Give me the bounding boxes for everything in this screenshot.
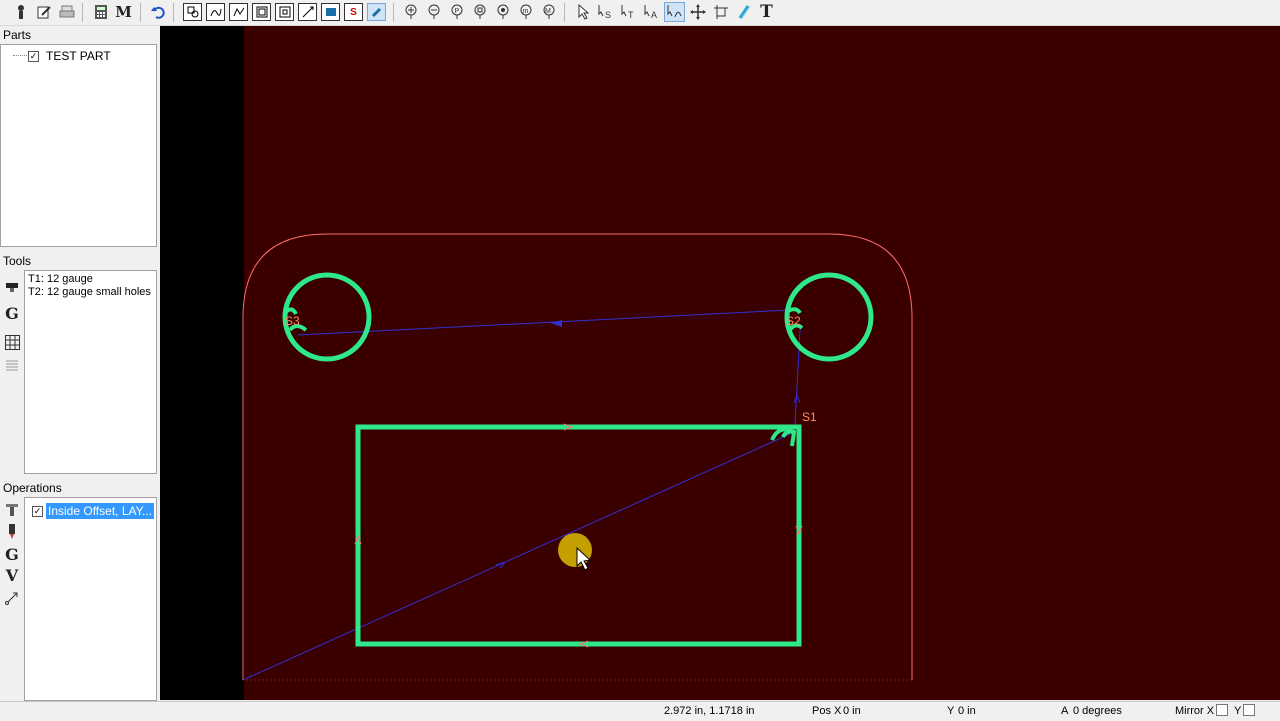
mirror-x-label: Mirror X bbox=[1175, 705, 1215, 717]
path-icon[interactable] bbox=[229, 3, 248, 21]
undo-icon[interactable] bbox=[147, 2, 168, 22]
operation-item-inside-offset[interactable]: ✓ Inside Offset, LAY... bbox=[32, 503, 155, 519]
select-t-icon[interactable]: T bbox=[618, 2, 639, 22]
select-icon[interactable] bbox=[572, 2, 593, 22]
edit-icon[interactable] bbox=[33, 2, 54, 22]
rotate-icon[interactable] bbox=[710, 2, 731, 22]
torch-icon[interactable] bbox=[3, 523, 21, 541]
select-curve-icon[interactable] bbox=[664, 2, 685, 22]
tree-connector bbox=[13, 55, 27, 56]
line-icon[interactable] bbox=[298, 3, 317, 21]
start-label-s2: S2 bbox=[786, 314, 801, 328]
nested-offset-icon[interactable] bbox=[275, 3, 294, 21]
tool-item-t2[interactable]: T2: 12 gauge small holes bbox=[28, 286, 156, 299]
parts-panel-title: Parts bbox=[3, 28, 32, 42]
s-icon[interactable]: S bbox=[344, 3, 363, 21]
table-icon[interactable] bbox=[3, 333, 21, 351]
drawing-canvas[interactable]: S1 S2 S3 bbox=[160, 26, 1280, 700]
parts-panel: ✓ TEST PART bbox=[0, 44, 157, 247]
start-label-s1: S1 bbox=[802, 410, 817, 424]
operation-checkbox[interactable]: ✓ bbox=[32, 505, 43, 517]
move-icon[interactable] bbox=[687, 2, 708, 22]
pos-y-label: Y bbox=[947, 705, 955, 717]
part-item-test-part[interactable]: ✓ TEST PART bbox=[28, 49, 111, 63]
operations-side-strip: G V bbox=[0, 497, 24, 701]
setup-icon[interactable] bbox=[10, 2, 31, 22]
start-label-s3: S3 bbox=[285, 314, 300, 328]
text-button[interactable]: T bbox=[756, 2, 777, 22]
curve-icon[interactable] bbox=[206, 3, 225, 21]
zoom-extents-icon[interactable]: m bbox=[515, 2, 536, 22]
operation-path-icon[interactable] bbox=[3, 589, 21, 607]
svg-text:P: P bbox=[454, 8, 459, 15]
brush-icon[interactable] bbox=[367, 3, 386, 21]
gcode-icon[interactable]: G bbox=[3, 304, 21, 323]
zoom-part-icon[interactable]: P bbox=[446, 2, 467, 22]
svg-text:m: m bbox=[522, 8, 528, 15]
screen-icon[interactable] bbox=[321, 3, 340, 21]
part-checkbox[interactable]: ✓ bbox=[28, 50, 39, 62]
tools-panel-title: Tools bbox=[3, 254, 32, 268]
operation-label: Inside Offset, LAY... bbox=[46, 503, 155, 519]
mirror-x-checkbox[interactable] bbox=[1213, 704, 1228, 717]
zoom-in-icon[interactable] bbox=[400, 2, 421, 22]
geometry-icon[interactable] bbox=[183, 3, 202, 21]
print-icon[interactable] bbox=[56, 2, 77, 22]
angle-value: 0 degrees bbox=[1073, 705, 1122, 717]
tool-item-t1[interactable]: T1: 12 gauge bbox=[28, 273, 156, 286]
macro-button[interactable]: M bbox=[113, 2, 134, 22]
operation-v-icon[interactable]: V bbox=[3, 566, 21, 585]
svg-text:T: T bbox=[628, 10, 634, 20]
operations-list: ✓ Inside Offset, LAY... bbox=[24, 497, 157, 701]
operation-tool-icon[interactable] bbox=[3, 501, 21, 519]
zoom-all-icon[interactable] bbox=[492, 2, 513, 22]
cursor-highlight bbox=[558, 533, 592, 567]
part-label: TEST PART bbox=[46, 49, 111, 63]
pos-y-value: 0 in bbox=[958, 705, 976, 717]
select-a-icon[interactable]: A bbox=[641, 2, 662, 22]
operation-gcode-icon[interactable]: G bbox=[3, 545, 21, 564]
calculator-icon[interactable] bbox=[90, 2, 111, 22]
tools-list: T1: 12 gauge T2: 12 gauge small holes bbox=[24, 270, 157, 474]
tools-side-strip: G bbox=[0, 270, 24, 474]
angle-label: A bbox=[1061, 705, 1069, 717]
pos-x-label: Pos X bbox=[812, 705, 842, 717]
main-toolbar: M S P m M S T A T bbox=[0, 0, 1280, 26]
magnet-icon[interactable] bbox=[733, 2, 754, 22]
svg-text:M: M bbox=[545, 8, 551, 15]
cursor-coordinates: 2.972 in, 1.1718 in bbox=[664, 705, 755, 717]
offset-icon[interactable] bbox=[252, 3, 271, 21]
zoom-fit-icon[interactable]: M bbox=[538, 2, 559, 22]
zoom-out-icon[interactable] bbox=[423, 2, 444, 22]
pos-x-value: 0 in bbox=[843, 705, 861, 717]
select-s-icon[interactable]: S bbox=[595, 2, 616, 22]
list-icon[interactable] bbox=[3, 356, 21, 374]
svg-text:S: S bbox=[605, 10, 611, 20]
tool-holder-icon[interactable] bbox=[3, 278, 21, 296]
svg-text:A: A bbox=[651, 10, 657, 20]
status-bar: 2.972 in, 1.1718 in Pos X 0 in Y 0 in A … bbox=[0, 701, 1280, 721]
operations-panel-title: Operations bbox=[3, 481, 62, 495]
sheet-area bbox=[244, 26, 1280, 700]
zoom-window-icon[interactable] bbox=[469, 2, 490, 22]
mirror-y-checkbox[interactable] bbox=[1240, 704, 1255, 717]
